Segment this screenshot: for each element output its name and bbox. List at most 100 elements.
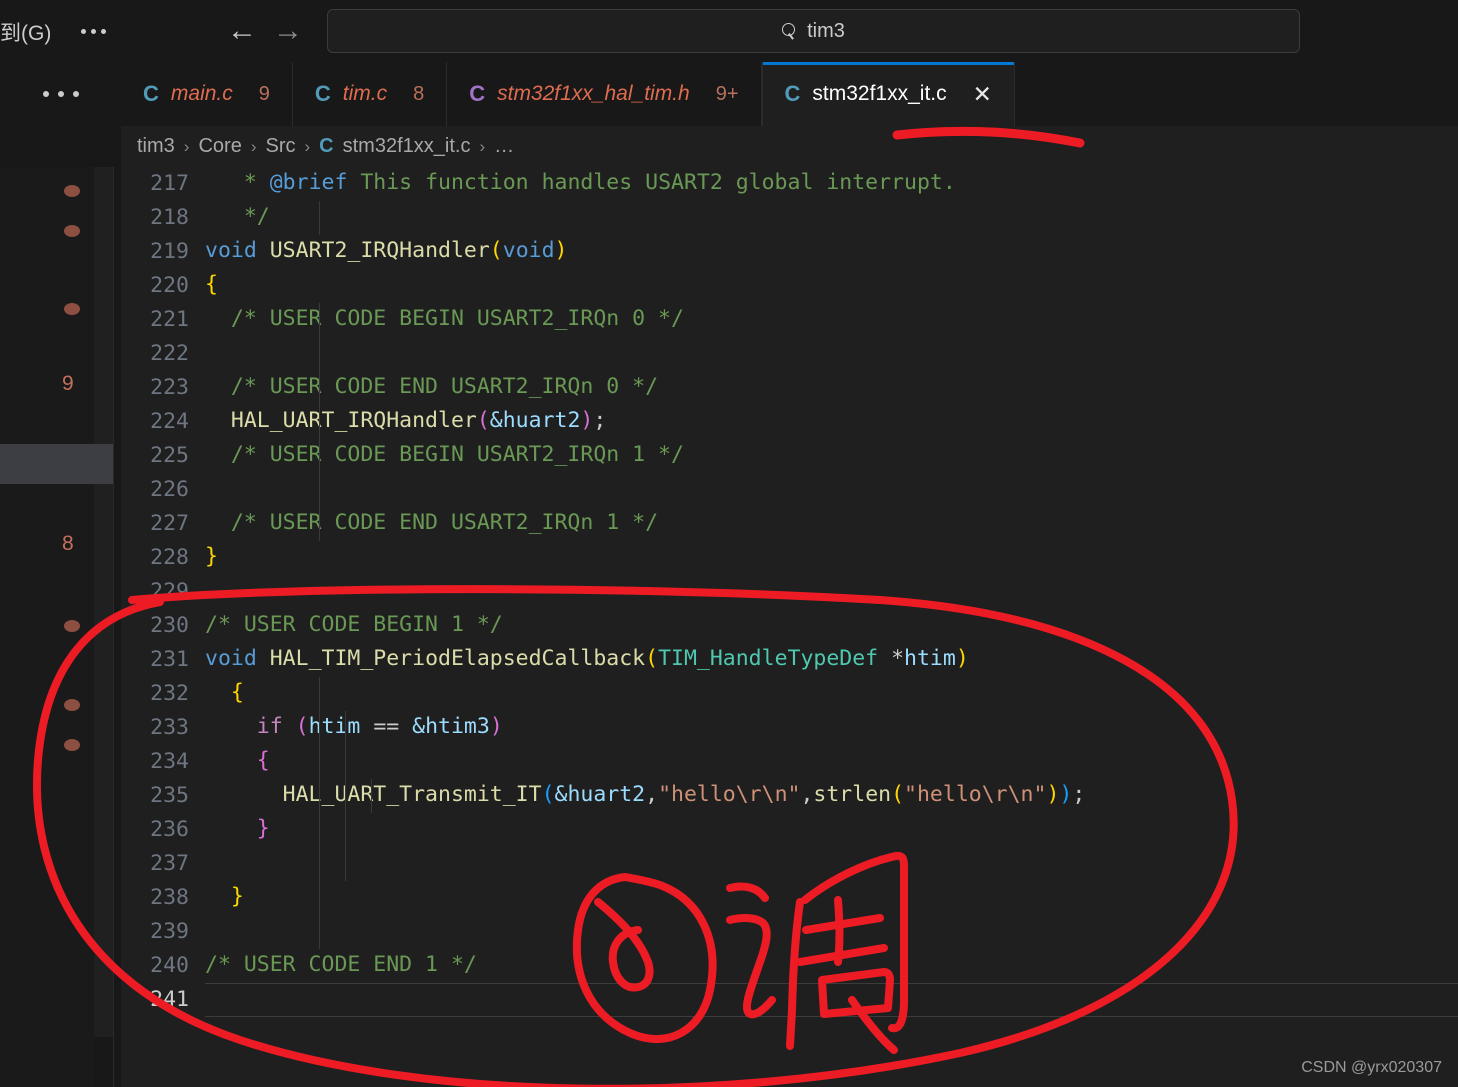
code-line[interactable]: 239 (121, 915, 1458, 949)
code-line[interactable]: 235 HAL_UART_Transmit_IT(&huart2,"hello\… (121, 779, 1458, 813)
code-token: /* USER CODE BEGIN 1 */ (205, 612, 503, 637)
code-line[interactable]: 220 { (121, 269, 1458, 303)
breadcrumb: tim3 › Core › Src › C stm32f1xx_it.c › … (121, 126, 1458, 167)
breadcrumb-item-tim3[interactable]: tim3 (137, 135, 175, 158)
code-line[interactable]: 236 } (121, 813, 1458, 847)
code-line-content (205, 983, 1458, 1017)
line-number: 235 (150, 783, 189, 808)
overview-problem-dot (64, 620, 80, 632)
code-line[interactable]: 241 (121, 983, 1458, 1017)
overview-problem-count: 8 (62, 532, 74, 555)
code-token: { (205, 272, 218, 297)
tab-main-c[interactable]: C main.c 9 (121, 62, 293, 126)
code-token: "hello\r\n" (658, 782, 801, 807)
menu-fragment-go[interactable]: 到(G) (0, 17, 51, 47)
tab-problem-count: 9+ (715, 82, 739, 105)
code-token: */ (205, 204, 270, 229)
breadcrumb-item-file[interactable]: stm32f1xx_it.c (343, 135, 471, 158)
tab-tim-c[interactable]: C tim.c 8 (292, 62, 448, 126)
code-line-content: /* USER CODE BEGIN USART2_IRQn 1 */ (205, 439, 1458, 473)
code-token: &huart2 (489, 408, 581, 433)
code-editor[interactable]: 217 * @brief This function handles USART… (121, 167, 1458, 1087)
code-line[interactable]: 238 } (121, 881, 1458, 915)
code-line[interactable]: 228} (121, 541, 1458, 575)
code-line[interactable]: 232 { (121, 677, 1458, 711)
code-token: ) (955, 646, 969, 671)
indent-guide (319, 847, 320, 881)
code-line[interactable]: 233 if (htim == &htim3) (121, 711, 1458, 745)
code-line-content (205, 473, 1458, 507)
tab-stm32f1xx-it-c[interactable]: C stm32f1xx_it.c ✕ (761, 62, 1015, 126)
overview-strip-secondary (94, 167, 113, 1037)
navigate-back-icon[interactable]: ← (222, 12, 262, 50)
code-line[interactable]: 237 (121, 847, 1458, 881)
code-token: htim (904, 646, 956, 671)
code-line-content: void USART2_IRQHandler(void) (205, 235, 1458, 269)
code-line[interactable]: 227 /* USER CODE END USART2_IRQn 1 */ (121, 507, 1458, 541)
minimap-slider[interactable] (0, 444, 113, 484)
navigate-forward-icon[interactable]: → (268, 12, 308, 50)
overview-strip (0, 167, 94, 1087)
chevron-right-icon: › (304, 136, 311, 156)
overview-ruler-panel: 98 (0, 167, 121, 1087)
code-token: void (205, 238, 257, 263)
code-token: TIM_HandleTypeDef (658, 646, 879, 671)
code-line[interactable]: 226 (121, 473, 1458, 507)
breadcrumb-item-src[interactable]: Src (266, 135, 296, 158)
tab-stm32f1xx-hal-tim-h[interactable]: C stm32f1xx_hal_tim.h 9+ (447, 62, 762, 126)
code-line[interactable]: 225 /* USER CODE BEGIN USART2_IRQn 1 */ (121, 439, 1458, 473)
code-line-content (205, 575, 1458, 609)
code-token: HAL_TIM_PeriodElapsedCallback (269, 646, 646, 671)
line-number: 224 (150, 409, 189, 434)
code-token: * (878, 646, 905, 671)
line-number: 227 (150, 511, 189, 536)
code-token: USART2_IRQHandler (269, 238, 490, 263)
indent-guide (319, 677, 320, 711)
code-line-content (205, 915, 1458, 949)
code-token: ( (476, 408, 490, 433)
code-line-content: /* USER CODE BEGIN USART2_IRQn 0 */ (205, 303, 1458, 337)
code-line-content (205, 337, 1458, 371)
line-number: 234 (150, 749, 189, 774)
tab-label: stm32f1xx_hal_tim.h (497, 82, 690, 105)
breadcrumb-item-symbols[interactable]: … (494, 135, 514, 158)
indent-guide (319, 881, 320, 915)
code-line-content: /* USER CODE END USART2_IRQn 1 */ (205, 507, 1458, 541)
tab-overflow-icon[interactable] (0, 62, 121, 126)
code-line[interactable]: 222 (121, 337, 1458, 371)
line-number: 225 (150, 443, 189, 468)
c-file-icon: C (784, 81, 801, 106)
line-number: 221 (150, 307, 189, 332)
code-line[interactable]: 230 /* USER CODE BEGIN 1 */ (121, 609, 1458, 643)
breadcrumb-item-core[interactable]: Core (198, 135, 241, 158)
code-line[interactable]: 218 */ (121, 201, 1458, 235)
code-line[interactable]: 229 (121, 575, 1458, 609)
overview-problem-dot (64, 739, 80, 751)
code-line[interactable]: 224 HAL_UART_IRQHandler(&huart2); (121, 405, 1458, 439)
chevron-right-icon: › (183, 136, 190, 156)
command-search-bar[interactable]: tim3 (327, 9, 1300, 53)
code-token: , (800, 782, 814, 807)
indent-guide (371, 779, 372, 813)
code-line[interactable]: 221 /* USER CODE BEGIN USART2_IRQn 0 */ (121, 303, 1458, 337)
code-line[interactable]: 234 { (121, 745, 1458, 779)
indent-guide (345, 711, 346, 745)
code-line[interactable]: 240 /* USER CODE END 1 */ (121, 949, 1458, 983)
code-token: ( (541, 782, 555, 807)
close-icon[interactable]: ✕ (973, 82, 992, 106)
code-line[interactable]: 231 void HAL_TIM_PeriodElapsedCallback(TI… (121, 643, 1458, 677)
titlebar-more-icon[interactable] (74, 16, 112, 46)
code-token: ) (1046, 782, 1060, 807)
code-line[interactable]: 217 * @brief This function handles USART… (121, 167, 1458, 201)
code-line-content: */ (205, 201, 1458, 235)
line-number: 218 (150, 205, 189, 230)
line-number: 238 (150, 885, 189, 910)
code-token: ) (580, 408, 594, 433)
code-line[interactable]: 219 void USART2_IRQHandler(void) (121, 235, 1458, 269)
code-line[interactable]: 223 /* USER CODE END USART2_IRQn 0 */ (121, 371, 1458, 405)
line-number: 222 (150, 341, 189, 366)
indent-guide (319, 337, 320, 371)
